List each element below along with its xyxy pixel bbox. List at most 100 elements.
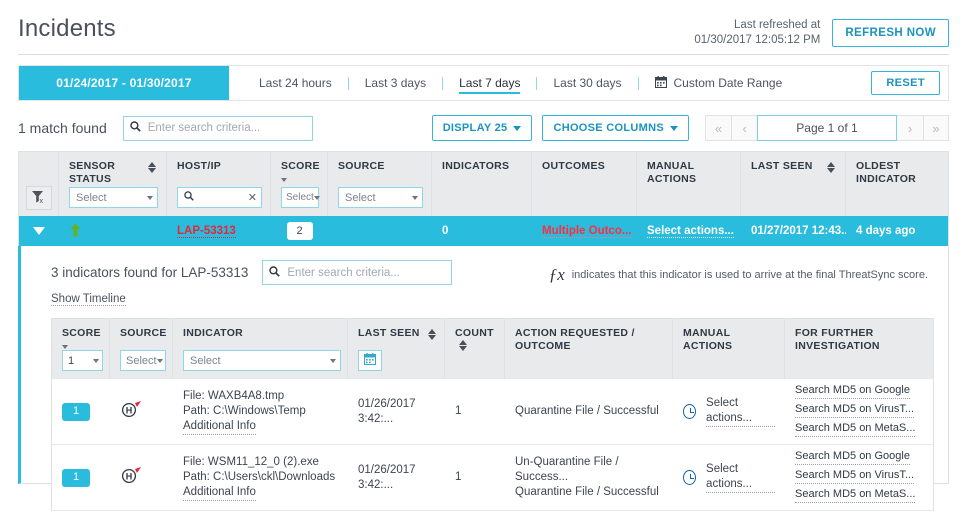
col-indicators[interactable]: INDICATORS <box>432 152 532 216</box>
tab-last-3-days[interactable]: Last 3 days <box>349 66 442 100</box>
sort-icon[interactable] <box>827 162 835 173</box>
sort-icon[interactable] <box>459 340 467 352</box>
tab-last-7-days[interactable]: Last 7 days <box>443 66 536 100</box>
page-header: Incidents Last refreshed at 01/30/2017 1… <box>0 0 965 48</box>
results-toolbar: 1 match found DISPLAY 25 CHOOSE COLUMNS … <box>18 115 949 141</box>
filter-sensor-status[interactable]: Select <box>69 187 158 208</box>
icol-score-label: SCORE <box>62 327 103 352</box>
cell-manual-actions: Select actions... <box>673 462 785 493</box>
ifilter-source[interactable]: Select <box>120 350 166 371</box>
cell-investigation: Search MD5 on Google Search MD5 on Virus… <box>785 449 933 506</box>
score-badge: 2 <box>286 222 313 240</box>
search-md5-google-link[interactable]: Search MD5 on Google <box>795 383 910 399</box>
next-page-button[interactable]: › <box>897 115 923 141</box>
icol-investigation[interactable]: FOR FURTHER INVESTIGATION <box>785 319 933 379</box>
search-md5-google-link[interactable]: Search MD5 on Google <box>795 449 910 465</box>
expand-row-toggle[interactable] <box>19 216 59 246</box>
clear-filters-button[interactable]: x <box>25 186 52 210</box>
last-page-button[interactable]: » <box>923 115 949 141</box>
host-link[interactable]: LAP-53313 <box>177 225 236 238</box>
tab-last-24-hours[interactable]: Last 24 hours <box>243 66 348 100</box>
icol-count-label: COUNT <box>455 327 498 352</box>
select-actions-link[interactable]: Select actions... <box>706 462 775 493</box>
search-md5-metascan-link[interactable]: Search MD5 on MetaS... <box>795 421 916 437</box>
pagination: « ‹ Page 1 of 1 › » <box>705 115 949 141</box>
chevron-down-icon <box>412 195 418 200</box>
ifilter-score[interactable]: 1 <box>62 350 103 371</box>
additional-info-link[interactable]: Additional Info <box>183 419 256 435</box>
incidents-table-header: x SENSOR STATUS Select HOST/IP ✕ SCORE S… <box>19 152 948 216</box>
clear-host-filter-icon[interactable]: ✕ <box>248 191 257 204</box>
icol-score[interactable]: SCORE 1 <box>52 319 110 379</box>
detail-search-box[interactable] <box>262 260 453 285</box>
reset-button[interactable]: RESET <box>871 71 940 95</box>
refresh-now-button[interactable]: REFRESH NOW <box>832 19 949 47</box>
select-actions-link[interactable]: Select actions... <box>706 396 775 427</box>
clock-icon <box>683 404 697 419</box>
col-oldest-indicator[interactable]: OLDEST INDICATOR <box>846 152 948 216</box>
icol-last-seen[interactable]: LAST SEEN <box>348 319 445 379</box>
cell-indicators: 0 <box>442 225 449 237</box>
cell-last-seen: 01/26/2017 3:42:... <box>358 463 416 491</box>
filter-score[interactable]: Select <box>281 187 320 208</box>
icol-action-outcome[interactable]: ACTION REQUESTED / OUTCOME <box>505 319 673 379</box>
filter-source[interactable]: Select <box>338 187 423 208</box>
sort-icon[interactable] <box>148 162 156 173</box>
additional-info-link[interactable]: Additional Info <box>183 485 256 501</box>
icol-indicator-label: INDICATOR <box>183 327 244 339</box>
col-sensor-status[interactable]: SENSOR STATUS Select <box>59 152 167 216</box>
tab-custom-date-range[interactable]: Custom Date Range <box>639 75 799 91</box>
cell-last-seen: 01/26/2017 3:42:... <box>358 397 416 425</box>
display-count-button[interactable]: DISPLAY 25 <box>431 115 533 141</box>
col-outcomes-label: OUTCOMES <box>542 160 606 172</box>
icol-indicator[interactable]: INDICATOR Select <box>173 319 348 379</box>
ifilter-indicator-value: Select <box>190 354 221 367</box>
detail-header: 3 indicators found for LAP-53313 ƒx indi… <box>21 246 948 285</box>
sort-icon[interactable] <box>428 329 436 340</box>
col-source[interactable]: SOURCE Select <box>328 152 432 216</box>
col-outcomes[interactable]: OUTCOMES <box>532 152 637 216</box>
indicator-row[interactable]: 1 H File: WAXB4A8.tmp Path: C:\Windows\T… <box>52 379 933 445</box>
tab-last-30-days[interactable]: Last 30 days <box>537 66 637 100</box>
indicator-row[interactable]: 1 H File: WSM11_12_0 (2).exe Path: C:\Us… <box>52 445 933 511</box>
chevron-down-icon <box>93 358 99 363</box>
icol-count[interactable]: COUNT <box>445 319 505 379</box>
cell-oldest-indicator: 4 days ago <box>856 225 916 237</box>
ifilter-source-value: Select <box>126 354 157 367</box>
cell-score: 2 <box>271 216 328 246</box>
calendar-icon <box>654 75 667 91</box>
col-last-seen[interactable]: LAST SEEN <box>741 152 846 216</box>
detail-search-input[interactable] <box>285 265 452 280</box>
cell-source: H <box>110 466 173 489</box>
cell-count: 1 <box>455 471 462 483</box>
ifilter-indicator[interactable]: Select <box>183 350 341 371</box>
icol-manual-actions[interactable]: MANUAL ACTIONS <box>673 319 785 379</box>
outcomes-link[interactable]: Multiple Outco... <box>542 225 632 238</box>
col-manual-actions[interactable]: MANUAL ACTIONS <box>637 152 741 216</box>
search-md5-metascan-link[interactable]: Search MD5 on MetaS... <box>795 487 916 503</box>
cell-score: 1 <box>52 468 110 487</box>
col-host-ip[interactable]: HOST/IP ✕ <box>167 152 271 216</box>
prev-page-button[interactable]: ‹ <box>731 115 757 141</box>
choose-columns-button[interactable]: CHOOSE COLUMNS <box>542 115 689 141</box>
active-date-range[interactable]: 01/24/2017 - 01/30/2017 <box>19 66 229 100</box>
clear-filters-cell: x <box>19 152 59 216</box>
page-title: Incidents <box>18 15 116 42</box>
svg-text:H: H <box>126 405 133 415</box>
show-timeline-link[interactable]: Show Timeline <box>51 293 126 306</box>
first-page-button[interactable]: « <box>705 115 731 141</box>
search-md5-virustotal-link[interactable]: Search MD5 on VirusT... <box>795 402 915 418</box>
search-box[interactable] <box>122 115 313 141</box>
search-md5-virustotal-link[interactable]: Search MD5 on VirusT... <box>795 468 915 484</box>
ifilter-last-seen[interactable] <box>358 350 436 371</box>
page-indicator[interactable]: Page 1 of 1 <box>757 115 897 141</box>
calendar-filter-button[interactable] <box>358 350 382 371</box>
col-score[interactable]: SCORE Select <box>271 152 328 216</box>
select-actions-link[interactable]: Select actions... <box>647 225 734 238</box>
search-input[interactable] <box>145 121 312 135</box>
date-range-bar: 01/24/2017 - 01/30/2017 Last 24 hours La… <box>18 65 949 101</box>
icol-source[interactable]: SOURCE Select <box>110 319 173 379</box>
cell-source <box>328 216 432 246</box>
filter-host-ip[interactable]: ✕ <box>177 187 262 208</box>
incident-row-lap-53313[interactable]: LAP-53313 2 0 Multiple Outco... Select a… <box>19 216 948 246</box>
